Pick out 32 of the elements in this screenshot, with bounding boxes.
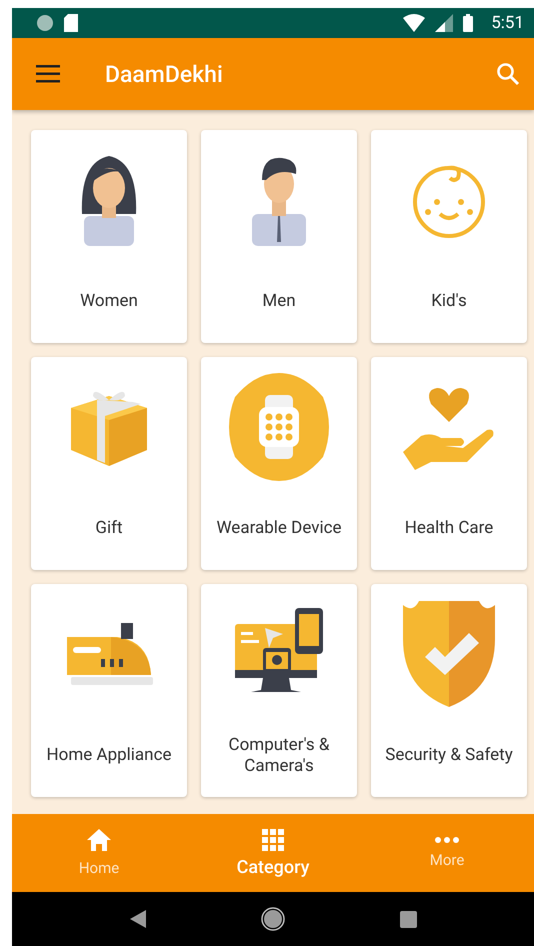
sd-card-icon — [64, 14, 78, 32]
category-label: Gift — [94, 517, 124, 540]
app-title: DaamDekhi — [105, 60, 224, 88]
category-label: Health Care — [404, 517, 494, 540]
battery-icon — [463, 14, 474, 32]
category-card[interactable]: Health Care — [371, 357, 527, 570]
menu-icon[interactable] — [36, 65, 60, 83]
category-card[interactable]: Security & Safety — [371, 584, 527, 797]
clock-time: 5:51 — [491, 13, 524, 33]
category-card[interactable]: Home Appliance — [31, 584, 187, 797]
category-card[interactable]: Computer's & Camera's — [201, 584, 357, 797]
recents-icon[interactable] — [400, 910, 416, 928]
home-button-icon[interactable] — [260, 907, 284, 931]
wifi-icon — [403, 14, 426, 32]
back-icon[interactable] — [130, 910, 146, 928]
grid-icon — [262, 828, 284, 850]
signal-icon — [435, 14, 454, 32]
category-label: Home Appliance — [46, 744, 172, 767]
home-icon — [87, 829, 111, 851]
category-label: Women — [79, 290, 139, 313]
category-label: Men — [261, 290, 297, 313]
category-card[interactable]: Women — [31, 130, 187, 343]
category-card[interactable]: Gift — [31, 357, 187, 570]
more-dots-icon — [435, 837, 459, 843]
category-card[interactable]: Wearable Device — [201, 357, 357, 570]
category-card[interactable]: Kid's — [371, 130, 527, 343]
category-label: Kid's — [430, 290, 468, 313]
category-label: Computer's & Camera's — [228, 734, 330, 778]
status-circle-icon — [36, 14, 54, 32]
category-label: Security & Safety — [384, 744, 514, 767]
category-card[interactable]: Men — [201, 130, 357, 343]
category-label: Wearable Device — [215, 517, 343, 540]
